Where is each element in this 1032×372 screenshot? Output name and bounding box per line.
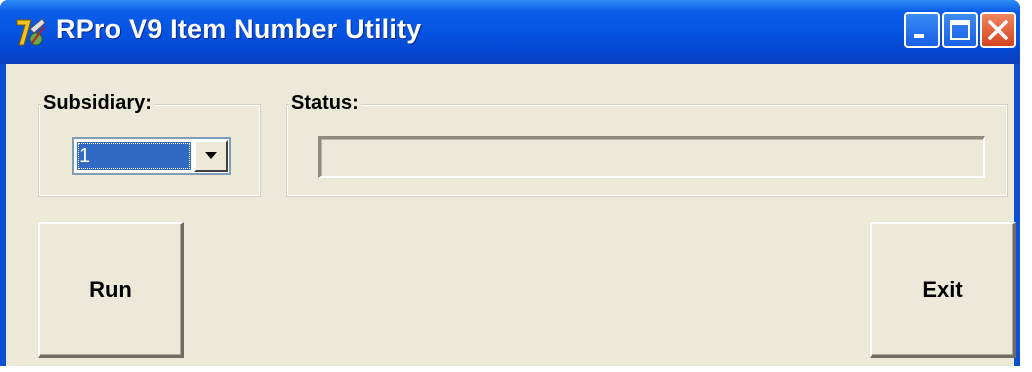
exit-button[interactable]: Exit [870, 222, 1016, 358]
status-group: Status: [286, 92, 1008, 197]
minimize-icon [914, 34, 924, 38]
close-button[interactable] [980, 12, 1016, 48]
maximize-icon [950, 20, 970, 40]
chevron-down-icon [205, 152, 217, 159]
status-field [318, 136, 985, 178]
run-button[interactable]: Run [38, 222, 184, 358]
minimize-button[interactable] [904, 12, 940, 48]
close-icon [988, 20, 1008, 40]
subsidiary-select[interactable]: 1 [72, 137, 231, 175]
subsidiary-label: Subsidiary: [41, 92, 154, 115]
app-window: RPro V9 Item Number Utility Subsidiary: … [0, 0, 1020, 366]
rpro-app-icon [16, 18, 46, 46]
status-label: Status: [289, 92, 361, 115]
title-bar[interactable]: RPro V9 Item Number Utility [0, 0, 1020, 64]
subsidiary-dropdown-button[interactable] [194, 140, 228, 172]
maximize-button[interactable] [942, 12, 978, 48]
window-client-area: Subsidiary: 1 Status: Run Exit [6, 64, 1016, 366]
subsidiary-selected-value: 1 [77, 142, 191, 170]
window-title: RPro V9 Item Number Utility [56, 14, 422, 44]
subsidiary-group: Subsidiary: 1 [38, 92, 261, 197]
